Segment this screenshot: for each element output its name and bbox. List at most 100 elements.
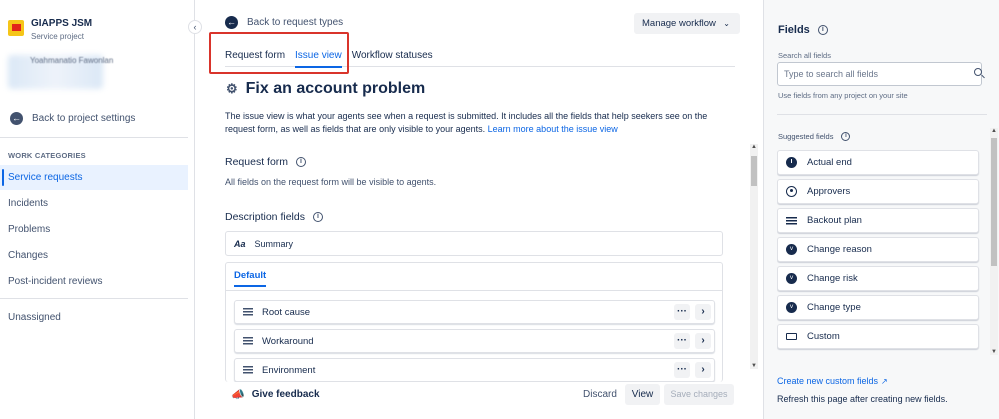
search-label: Search all fields [778,51,831,60]
more-options-button[interactable]: ··· [674,304,690,320]
tab-workflow-statuses[interactable]: Workflow statuses [352,50,433,67]
person-icon [786,186,797,197]
suggested-field-change-risk[interactable]: ˅ Change risk [777,266,979,291]
save-changes-button[interactable]: Save changes [664,384,734,405]
field-row-root-cause[interactable]: Root cause ··· › [234,300,715,324]
arrow-left-icon: ← [225,16,238,29]
suggested-fields-label: Suggested fields [778,132,834,141]
divider [226,290,722,291]
megaphone-icon: 📣 [231,389,245,401]
more-options-button[interactable]: ··· [674,333,690,349]
back-to-project-settings[interactable]: ← Back to project settings [10,112,135,125]
info-icon[interactable]: i [296,157,307,167]
paragraph-icon [243,337,253,345]
request-form-title: Request form [225,156,289,168]
suggested-field-custom[interactable]: Custom [777,324,979,349]
summary-label: Summary [254,238,294,249]
field-label: Environment [262,364,316,376]
text-format-icon: Aa [234,238,246,249]
scroll-down-arrow-icon[interactable]: ▼ [991,349,997,355]
main-content: ← Back to request types Manage workflow … [195,0,763,419]
dropdown-icon: ˅ [786,273,797,284]
suggested-field-change-reason[interactable]: ˅ Change reason [777,237,979,262]
field-label: Root cause [262,306,311,318]
discard-button[interactable]: Discard [583,389,617,400]
summary-field[interactable]: Aa Summary [225,231,723,256]
paragraph-icon [243,366,253,374]
description-fields-title: Description fields [225,211,305,223]
field-label: Change risk [807,273,858,284]
fields-panel-scrollbar[interactable]: ▲ ▼ [990,128,998,355]
scrollbar-thumb[interactable] [751,156,757,186]
suggested-field-change-type[interactable]: ˅ Change type [777,295,979,320]
paragraph-icon [243,308,253,316]
learn-more-link[interactable]: Learn more about the issue view [488,124,618,134]
divider [0,298,188,299]
view-button[interactable]: View [625,384,660,405]
scroll-up-arrow-icon[interactable]: ▲ [991,128,997,134]
field-label: Workaround [262,335,314,347]
create-custom-fields-label: Create new custom fields [777,376,879,386]
project-name: GIAPPS JSM [31,18,93,29]
page-title: ⚙ Fix an account problem [226,80,425,98]
more-options-button[interactable]: ··· [674,362,690,378]
suggested-field-backout-plan[interactable]: Backout plan [777,208,979,233]
redacted-text: Yoahmanatio Fawonlan [30,56,114,65]
field-row-environment[interactable]: Environment ··· › [234,358,715,382]
info-icon[interactable]: i [841,132,851,141]
field-label: Approvers [807,186,851,197]
chevron-right-icon[interactable]: › [695,362,711,378]
sidebar-item-incidents[interactable]: Incidents [0,191,188,216]
field-row-workaround[interactable]: Workaround ··· › [234,329,715,353]
work-categories-heading: WORK CATEGORIES [8,151,86,160]
back-to-project-settings-label: Back to project settings [32,113,136,124]
suggested-field-approvers[interactable]: Approvers [777,179,979,204]
create-custom-fields-link[interactable]: Create new custom fields ↗ [777,376,888,386]
description-text: The issue view is what your agents see w… [225,111,708,134]
sidebar-item-changes[interactable]: Changes [0,243,188,268]
manage-workflow-button[interactable]: Manage workflow ⌄ [634,13,740,34]
dropdown-icon: ˅ [786,244,797,255]
default-tab-panel: Default Root cause ··· › Workaround ··· … [225,262,723,382]
field-label: Backout plan [807,215,862,226]
info-icon[interactable]: i [312,212,323,222]
dropdown-icon: ˅ [786,302,797,313]
tab-default[interactable]: Default [234,270,267,287]
text-field-icon [786,333,797,340]
chevron-right-icon[interactable]: › [695,304,711,320]
page-title-text: Fix an account problem [245,80,426,97]
external-link-icon: ↗ [881,377,888,386]
sidebar-item-problems[interactable]: Problems [0,217,188,242]
search-input[interactable] [777,62,982,86]
clock-icon [786,157,797,168]
description-fields-heading: Description fields i [225,211,323,223]
sidebar-item-unassigned[interactable]: Unassigned [0,305,188,330]
give-feedback-label: Give feedback [251,389,320,400]
project-logo-icon [8,20,24,36]
manage-workflow-label: Manage workflow [642,18,716,29]
suggested-field-actual-end[interactable]: Actual end [777,150,979,175]
chevron-down-icon: ⌄ [723,19,730,28]
scroll-down-arrow-icon[interactable]: ▼ [751,363,757,369]
project-type: Service project [31,32,84,41]
divider [0,137,188,138]
info-icon[interactable]: i [817,25,828,35]
fields-panel: Fields i Search all fields Use fields fr… [763,0,999,419]
project-header[interactable]: GIAPPS JSM Service project [8,18,92,41]
arrow-left-icon: ← [10,112,23,125]
field-label: Change type [807,302,861,313]
field-label: Change reason [807,244,872,255]
chevron-right-icon[interactable]: › [695,333,711,349]
scroll-up-arrow-icon[interactable]: ▲ [751,144,757,150]
issue-view-description: The issue view is what your agents see w… [225,110,725,136]
collapse-sidebar-button[interactable]: ‹ [188,20,202,34]
paragraph-icon [786,216,797,225]
back-to-request-types[interactable]: ← Back to request types [225,16,343,29]
person-gear-icon: ⚙ [226,81,238,96]
sidebar-item-service-requests[interactable]: Service requests [0,165,188,190]
main-scrollbar[interactable]: ▲ ▼ [750,144,758,369]
fields-panel-title: Fields [778,24,810,36]
give-feedback-button[interactable]: 📣 Give feedback [231,388,320,401]
scrollbar-thumb[interactable] [991,138,997,266]
sidebar-item-post-incident-reviews[interactable]: Post-incident reviews [0,269,188,294]
